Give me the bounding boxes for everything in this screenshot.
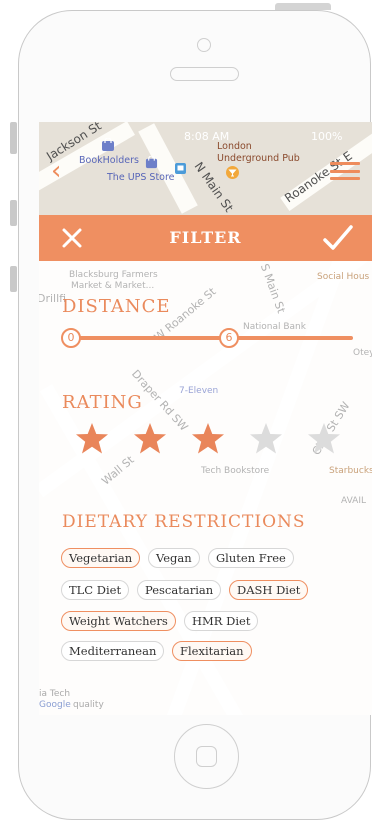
star-icon[interactable] (307, 422, 341, 456)
power-button (275, 3, 331, 10)
dietary-tag[interactable]: Gluten Free (208, 548, 294, 568)
front-camera (197, 38, 211, 52)
map-footer-label: quality (73, 700, 104, 710)
star-icon[interactable] (75, 422, 109, 456)
dietary-tag[interactable]: HMR Diet (184, 611, 259, 631)
slider-track (71, 336, 353, 340)
dietary-tag[interactable]: Vegetarian (61, 548, 141, 568)
distance-slider[interactable]: 0 6 (61, 327, 353, 349)
dietary-tag[interactable]: Pescatarian (137, 580, 222, 600)
app-screen: Jackson St N Main St Roanoke St E BookHo… (39, 122, 372, 715)
rating-label: RATING (62, 392, 143, 413)
google-logo: Google (39, 700, 71, 710)
slider-value-knob[interactable]: 6 (219, 328, 239, 348)
home-button-icon (196, 746, 217, 767)
dietary-tag[interactable]: TLC Diet (61, 580, 130, 600)
volume-down-button (10, 266, 17, 292)
volume-up-button (10, 200, 17, 226)
star-icon[interactable] (133, 422, 167, 456)
dietary-tag[interactable]: Mediterranean (61, 641, 165, 661)
earpiece-speaker (170, 67, 239, 81)
dietary-tag[interactable]: Weight Watchers (61, 611, 176, 631)
star-icon[interactable] (249, 422, 283, 456)
map-footer-label: ia Tech (39, 689, 71, 699)
filter-content: DISTANCE 0 6 RATING DIETARY RESTRICTIONS… (39, 122, 372, 715)
dietary-tag[interactable]: DASH Diet (229, 580, 309, 600)
slider-min-knob[interactable]: 0 (61, 328, 81, 348)
distance-label: DISTANCE (62, 296, 171, 317)
dietary-tag[interactable]: Vegan (148, 548, 200, 568)
dietary-tag[interactable]: Flexitarian (172, 641, 252, 661)
star-icon[interactable] (191, 422, 225, 456)
mute-switch (10, 122, 17, 154)
dietary-label: DIETARY RESTRICTIONS (62, 512, 306, 532)
